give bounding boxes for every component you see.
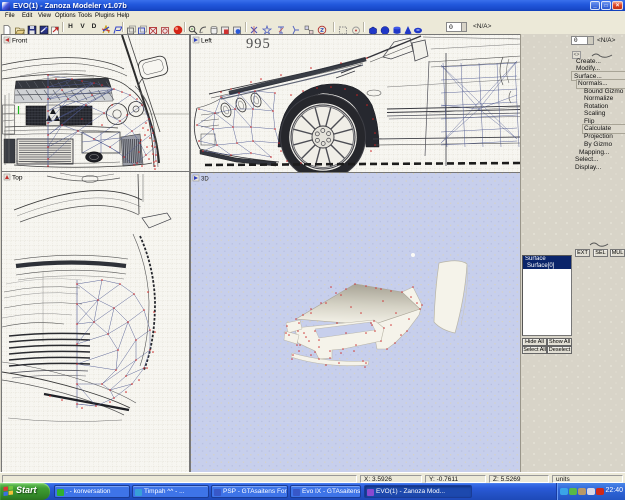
svg-text:Top: Top <box>12 175 23 182</box>
svg-text:995: 995 <box>246 36 271 52</box>
svg-text:3D: 3D <box>201 177 209 183</box>
svg-text:Front: Front <box>12 38 27 45</box>
svg-text:Left: Left <box>201 38 212 45</box>
